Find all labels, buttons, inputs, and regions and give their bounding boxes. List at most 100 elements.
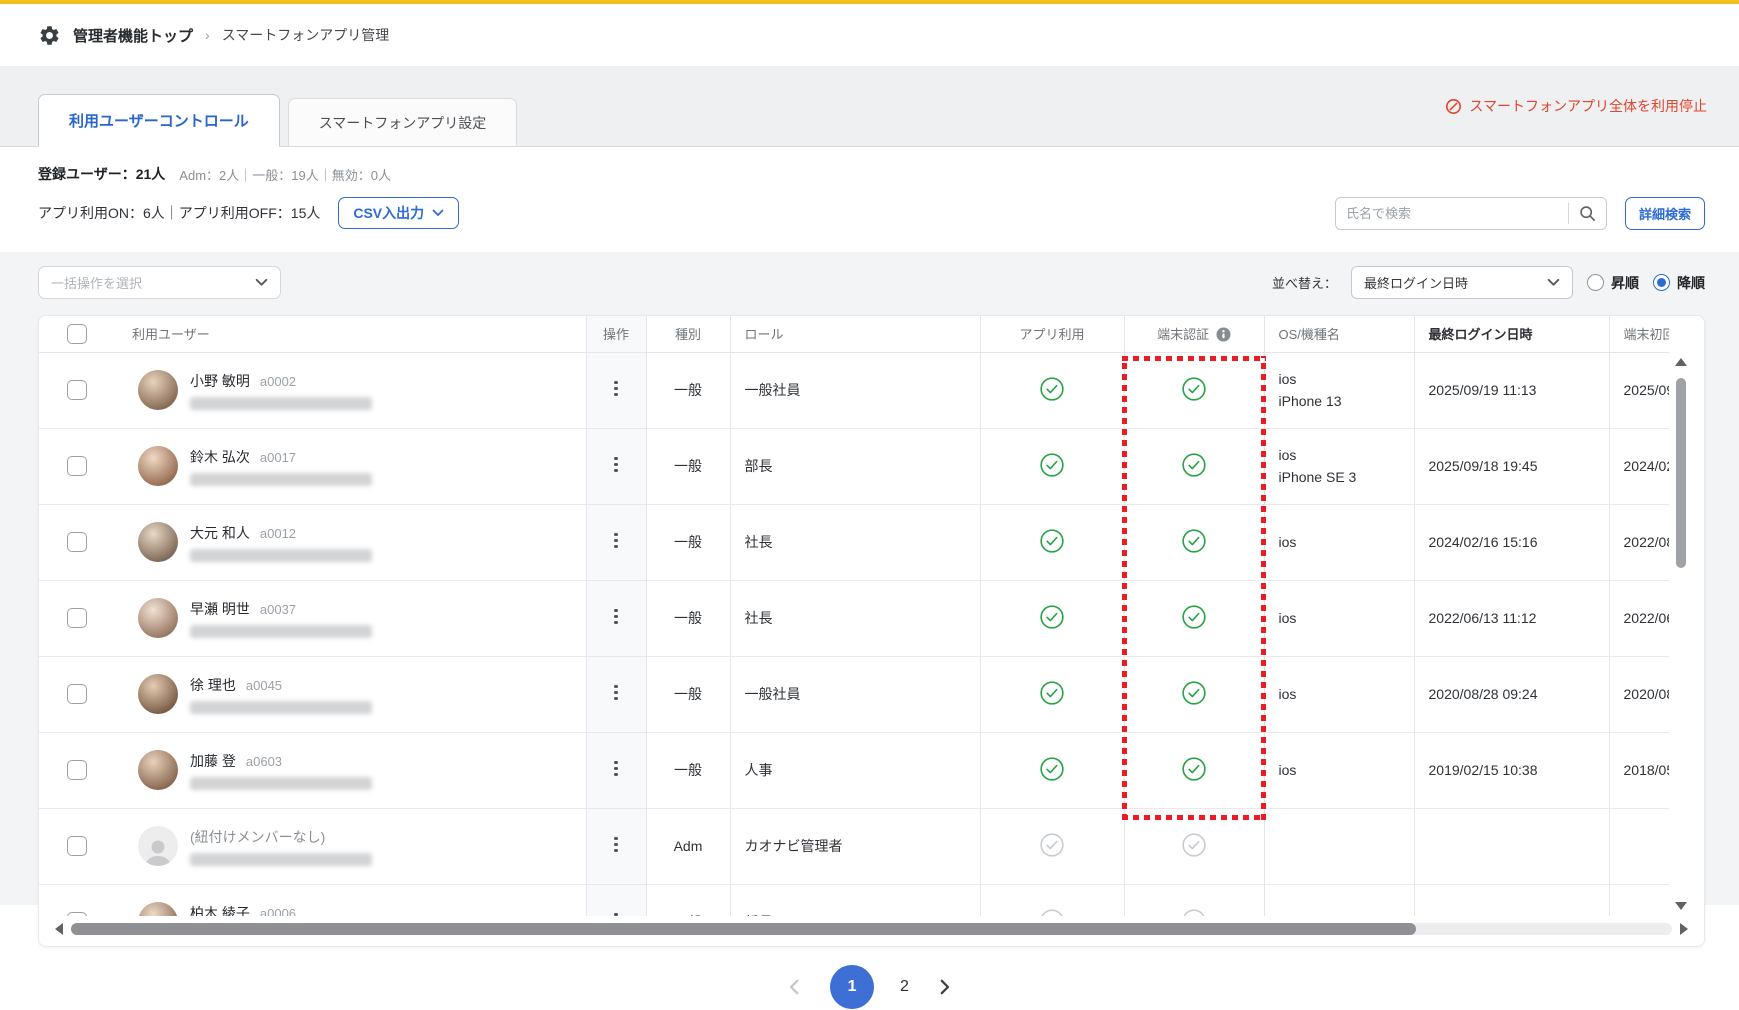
table-row: 徐 理也a0045 一般 一般社員 ios 2020/08/28 09:24 2… [39, 656, 1669, 732]
kebab-menu-icon[interactable] [607, 451, 625, 478]
user-email-blurred [190, 625, 372, 638]
avatar [138, 902, 178, 916]
avatar [138, 674, 178, 714]
last-login-datetime [1414, 884, 1609, 916]
app-use-status-icon [1039, 756, 1065, 782]
user-role: 人事 [730, 732, 980, 808]
stop-all-app-link[interactable]: スマートフォンアプリ全体を利用停止 [1445, 96, 1707, 116]
kebab-menu-icon[interactable] [607, 527, 625, 554]
user-table-card: 利用ユーザー 操作 種別 ロール アプリ利用 端末認証 OS/機種名 最終ログイ… [38, 315, 1705, 947]
row-checkbox[interactable] [67, 912, 87, 916]
scroll-left-arrow-icon[interactable] [55, 923, 63, 935]
app-use-status-icon [1039, 528, 1065, 554]
previous-page-button[interactable] [786, 978, 804, 996]
app-usage-count: アプリ利用ON：6人｜アプリ利用OFF：15人 [38, 203, 320, 223]
tab-user-control[interactable]: 利用ユーザーコントロール [38, 94, 280, 147]
sort-asc-radio[interactable]: 昇順 [1587, 273, 1639, 293]
first-device-login: 2025/09 [1609, 352, 1669, 428]
header-actions: 操作 [586, 316, 646, 352]
last-login-datetime [1414, 808, 1609, 884]
table-row: 鈴木 弘次a0017 一般 部長 iosiPhone SE 3 2025/09/… [39, 428, 1669, 504]
user-role: 一般社員 [730, 656, 980, 732]
next-page-button[interactable] [935, 978, 953, 996]
info-icon[interactable] [1216, 327, 1231, 342]
search-icon[interactable] [1569, 198, 1606, 229]
bulk-action-select[interactable]: 一括操作を選択 [38, 266, 281, 299]
page-2-button[interactable]: 2 [900, 978, 909, 996]
user-role: 一般社員 [730, 352, 980, 428]
user-name: 早瀬 明世 [190, 601, 250, 617]
user-id: a0012 [260, 526, 296, 541]
user-role: 社長 [730, 580, 980, 656]
header-type: 種別 [646, 316, 730, 352]
row-checkbox[interactable] [67, 684, 87, 704]
device-auth-status-icon [1181, 452, 1207, 478]
scroll-up-arrow-icon[interactable] [1675, 358, 1687, 366]
last-login-datetime: 2019/02/15 10:38 [1414, 732, 1609, 808]
vertical-scroll-thumb[interactable] [1676, 378, 1686, 568]
horizontal-scroll-track [71, 923, 1672, 935]
user-name: 鈴木 弘次 [190, 449, 250, 465]
kebab-menu-icon[interactable] [607, 679, 625, 706]
user-id: a0017 [260, 450, 296, 465]
select-all-checkbox[interactable] [67, 324, 87, 344]
advanced-search-button[interactable]: 詳細検索 [1625, 197, 1705, 230]
kebab-menu-icon[interactable] [607, 907, 625, 916]
user-role: 社長 [730, 504, 980, 580]
last-login-datetime: 2020/08/28 09:24 [1414, 656, 1609, 732]
row-checkbox[interactable] [67, 608, 87, 628]
table-body: 小野 敏明a0002 一般 一般社員 iosiPhone 13 2025/09/… [39, 352, 1669, 916]
user-id: a0037 [260, 602, 296, 617]
row-checkbox[interactable] [67, 836, 87, 856]
first-device-login [1609, 808, 1669, 884]
vertical-scrollbar [1674, 358, 1688, 910]
page-1-button[interactable]: 1 [830, 965, 874, 1009]
row-checkbox[interactable] [67, 456, 87, 476]
row-checkbox[interactable] [67, 532, 87, 552]
sort-select[interactable]: 最終ログイン日時 [1351, 266, 1573, 299]
device-auth-status-icon [1181, 756, 1207, 782]
user-name: 柏木 綾子 [190, 905, 250, 917]
user-name: 大元 和人 [190, 525, 250, 541]
sort-desc-radio[interactable]: 降順 [1653, 273, 1705, 293]
user-name: 小野 敏明 [190, 373, 250, 389]
tab-app-settings[interactable]: スマートフォンアプリ設定 [288, 98, 518, 146]
user-type: 一般 [646, 732, 730, 808]
last-login-datetime: 2024/02/16 15:16 [1414, 504, 1609, 580]
stats-section: 登録ユーザー：21人 Adm：2人｜一般：19人｜無効：0人 アプリ利用ON：6… [0, 147, 1739, 252]
app-use-status-icon [1039, 452, 1065, 478]
search-input[interactable] [1336, 198, 1568, 229]
horizontal-scroll-thumb[interactable] [71, 923, 1416, 935]
user-email-blurred [190, 397, 372, 410]
scroll-right-arrow-icon[interactable] [1680, 923, 1688, 935]
device-os: ios [1279, 368, 1414, 390]
kebab-menu-icon[interactable] [607, 603, 625, 630]
device-os: ios [1279, 607, 1414, 629]
header-last-login: 最終ログイン日時 [1414, 316, 1609, 352]
breadcrumb-root-link[interactable]: 管理者機能トップ [73, 25, 193, 46]
last-login-datetime: 2025/09/18 19:45 [1414, 428, 1609, 504]
user-id: a0603 [246, 754, 282, 769]
content-area: 一括操作を選択 並べ替え： 最終ログイン日時 昇順 降順 [0, 252, 1739, 905]
sort-label: 並べ替え： [1272, 273, 1337, 292]
header-os-model: OS/機種名 [1264, 316, 1414, 352]
horizontal-scrollbar [55, 922, 1688, 936]
kebab-menu-icon[interactable] [607, 375, 625, 402]
gear-icon [38, 24, 61, 47]
first-device-login: 2022/06 [1609, 580, 1669, 656]
table-row: 小野 敏明a0002 一般 一般社員 iosiPhone 13 2025/09/… [39, 352, 1669, 428]
kebab-menu-icon[interactable] [607, 831, 625, 858]
row-checkbox[interactable] [67, 760, 87, 780]
last-login-datetime: 2022/06/13 11:12 [1414, 580, 1609, 656]
breadcrumb-separator: › [205, 27, 210, 43]
csv-export-button[interactable]: CSV入出力 [338, 197, 459, 229]
table-row: (紐付けメンバーなし) Adm カオナビ管理者 [39, 808, 1669, 884]
device-model: iPhone SE 3 [1279, 466, 1414, 488]
chevron-down-icon [255, 278, 268, 287]
page: 管理者機能トップ › スマートフォンアプリ管理 利用ユーザーコントロール スマー… [0, 0, 1739, 1010]
row-checkbox[interactable] [67, 380, 87, 400]
kebab-menu-icon[interactable] [607, 755, 625, 782]
device-auth-status-icon [1181, 376, 1207, 402]
user-email-blurred [190, 549, 372, 562]
scroll-down-arrow-icon[interactable] [1675, 902, 1687, 910]
